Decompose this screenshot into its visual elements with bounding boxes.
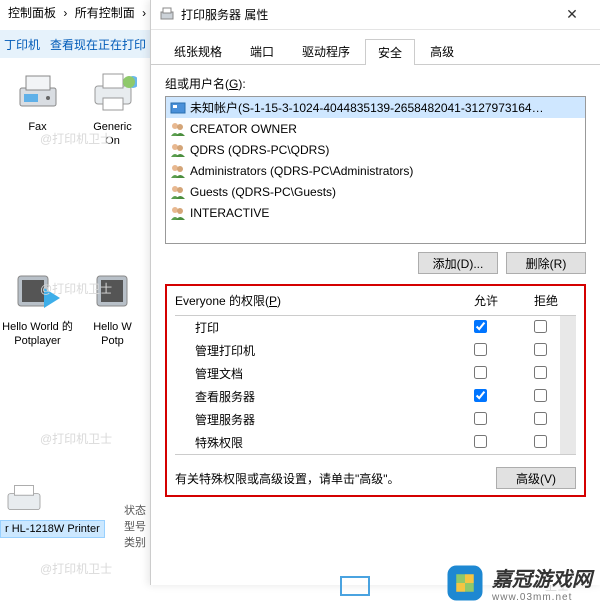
permission-name: 打印 <box>195 319 450 336</box>
tab-paper[interactable]: 纸张规格 <box>161 38 235 64</box>
brand-logo-icon <box>444 562 486 604</box>
decorative-rect <box>340 576 370 596</box>
detail-category: 类别 <box>124 534 146 550</box>
printer-item-potplayer2[interactable]: Hello W Potp <box>75 260 150 357</box>
allow-header: 允许 <box>456 292 516 309</box>
allow-checkbox[interactable] <box>474 412 487 425</box>
permission-row: 管理打印机 <box>175 339 576 362</box>
breadcrumb-sep: › <box>63 6 67 20</box>
permission-row: 管理服务器 <box>175 408 576 431</box>
tab-driver[interactable]: 驱动程序 <box>289 38 363 64</box>
permissions-section: Everyone 的权限(P) 允许 拒绝 打印管理打印机管理文档查看服务器管理… <box>165 284 586 497</box>
deny-checkbox[interactable] <box>534 343 547 356</box>
account-list-item[interactable]: INTERACTIVE <box>166 202 585 223</box>
detail-status: 状态 <box>124 502 146 518</box>
print-server-properties-dialog: 打印服务器 属性 ✕ 纸张规格 端口 驱动程序 安全 高级 组或用户名(G): … <box>150 0 600 585</box>
tab-security[interactable]: 安全 <box>365 39 415 65</box>
advanced-button[interactable]: 高级(V) <box>496 467 576 489</box>
accounts-listbox[interactable]: 未知帐户(S-1-15-3-1024-4044835139-2658482041… <box>165 96 586 244</box>
permissions-label: Everyone 的权限(P) <box>175 292 456 309</box>
dialog-title: 打印服务器 属性 <box>181 6 552 23</box>
printer-icon <box>159 7 175 23</box>
permission-name: 特殊权限 <box>195 434 450 451</box>
toolbar-link[interactable]: 丁印机 <box>4 38 40 52</box>
device-icon <box>89 268 137 316</box>
footer-branding: 嘉冠游戏网 www.03mm.net <box>444 562 592 604</box>
account-list-item[interactable]: Guests (QDRS-PC\Guests) <box>166 181 585 202</box>
account-name: QDRS (QDRS-PC\QDRS) <box>190 143 329 157</box>
permission-row: 管理文档 <box>175 362 576 385</box>
deny-header: 拒绝 <box>516 292 576 309</box>
allow-checkbox[interactable] <box>474 435 487 448</box>
account-name: 未知帐户(S-1-15-3-1024-4044835139-2658482041… <box>190 99 544 116</box>
toolbar-link[interactable]: 查看现在正在打印 <box>50 38 146 52</box>
details-panel: r HL-1218W Printer 状态 型号 类别 <box>0 480 150 538</box>
deny-checkbox[interactable] <box>534 412 547 425</box>
tab-port[interactable]: 端口 <box>237 38 287 64</box>
permission-row: 查看服务器 <box>175 385 576 408</box>
account-name: Guests (QDRS-PC\Guests) <box>190 185 336 199</box>
permission-row: 特殊权限 <box>175 431 576 454</box>
account-list-item[interactable]: QDRS (QDRS-PC\QDRS) <box>166 139 585 160</box>
brand-url: www.03mm.net <box>492 592 592 603</box>
printer-item-potplayer[interactable]: Hello World 的 Potplayer <box>0 260 75 357</box>
detail-model: 型号 <box>124 518 146 534</box>
allow-checkbox[interactable] <box>474 320 487 333</box>
printer-item-generic[interactable]: Generic On <box>75 60 150 157</box>
printer-item-fax[interactable]: Fax <box>0 60 75 157</box>
account-name: CREATOR OWNER <box>190 122 297 136</box>
scrollbar[interactable] <box>560 316 576 454</box>
brand-name: 嘉冠游戏网 <box>492 563 592 592</box>
advanced-hint: 有关特殊权限或高级设置，请单击"高级"。 <box>175 470 496 487</box>
account-name: Administrators (QDRS-PC\Administrators) <box>190 164 413 178</box>
allow-checkbox[interactable] <box>474 366 487 379</box>
account-list-item[interactable]: CREATOR OWNER <box>166 118 585 139</box>
breadcrumb-item[interactable]: 控制面板 <box>8 6 56 20</box>
security-tab-body: 组或用户名(G): 未知帐户(S-1-15-3-1024-4044835139-… <box>151 65 600 507</box>
control-panel-bg: 控制面板 › 所有控制面 › 丁印机 查看现在正在打印 Fax Generic … <box>0 0 150 608</box>
account-name: INTERACTIVE <box>190 206 269 220</box>
fax-icon <box>14 68 62 116</box>
permission-name: 管理打印机 <box>195 342 450 359</box>
tab-advanced[interactable]: 高级 <box>417 38 467 64</box>
printer-grid: Fax Generic On <box>0 60 150 157</box>
printer-label: Generic On <box>77 120 148 149</box>
permission-row: 打印 <box>175 316 576 339</box>
close-button[interactable]: ✕ <box>552 0 592 30</box>
deny-checkbox[interactable] <box>534 435 547 448</box>
printer-label: Hello W Potp <box>77 320 148 349</box>
permission-name: 查看服务器 <box>195 388 450 405</box>
breadcrumb: 控制面板 › 所有控制面 › <box>0 0 150 24</box>
printer-label: Hello World 的 Potplayer <box>2 320 73 349</box>
toolbar: 丁印机 查看现在正在打印 <box>0 30 150 58</box>
deny-checkbox[interactable] <box>534 389 547 402</box>
play-icon <box>14 268 62 316</box>
dialog-titlebar: 打印服务器 属性 ✕ <box>151 0 600 30</box>
breadcrumb-sep: › <box>142 6 146 20</box>
group-users-label: 组或用户名(G): <box>165 75 586 92</box>
selected-printer[interactable]: r HL-1218W Printer <box>0 520 105 538</box>
dialog-tabs: 纸张规格 端口 驱动程序 安全 高级 <box>151 30 600 65</box>
deny-checkbox[interactable] <box>534 366 547 379</box>
printer-icon <box>89 68 137 116</box>
remove-button[interactable]: 删除(R) <box>506 252 586 274</box>
add-button[interactable]: 添加(D)... <box>418 252 498 274</box>
allow-checkbox[interactable] <box>474 389 487 402</box>
breadcrumb-item[interactable]: 所有控制面 <box>75 6 135 20</box>
permission-name: 管理服务器 <box>195 411 450 428</box>
permissions-list: 打印管理打印机管理文档查看服务器管理服务器特殊权限 <box>175 315 576 455</box>
allow-checkbox[interactable] <box>474 343 487 356</box>
deny-checkbox[interactable] <box>534 320 547 333</box>
printer-label: Fax <box>2 120 73 134</box>
printer-grid-2: Hello World 的 Potplayer Hello W Potp <box>0 260 150 357</box>
account-list-item[interactable]: Administrators (QDRS-PC\Administrators) <box>166 160 585 181</box>
account-list-item[interactable]: 未知帐户(S-1-15-3-1024-4044835139-2658482041… <box>166 97 585 118</box>
permission-name: 管理文档 <box>195 365 450 382</box>
printer-small-icon <box>4 484 44 516</box>
